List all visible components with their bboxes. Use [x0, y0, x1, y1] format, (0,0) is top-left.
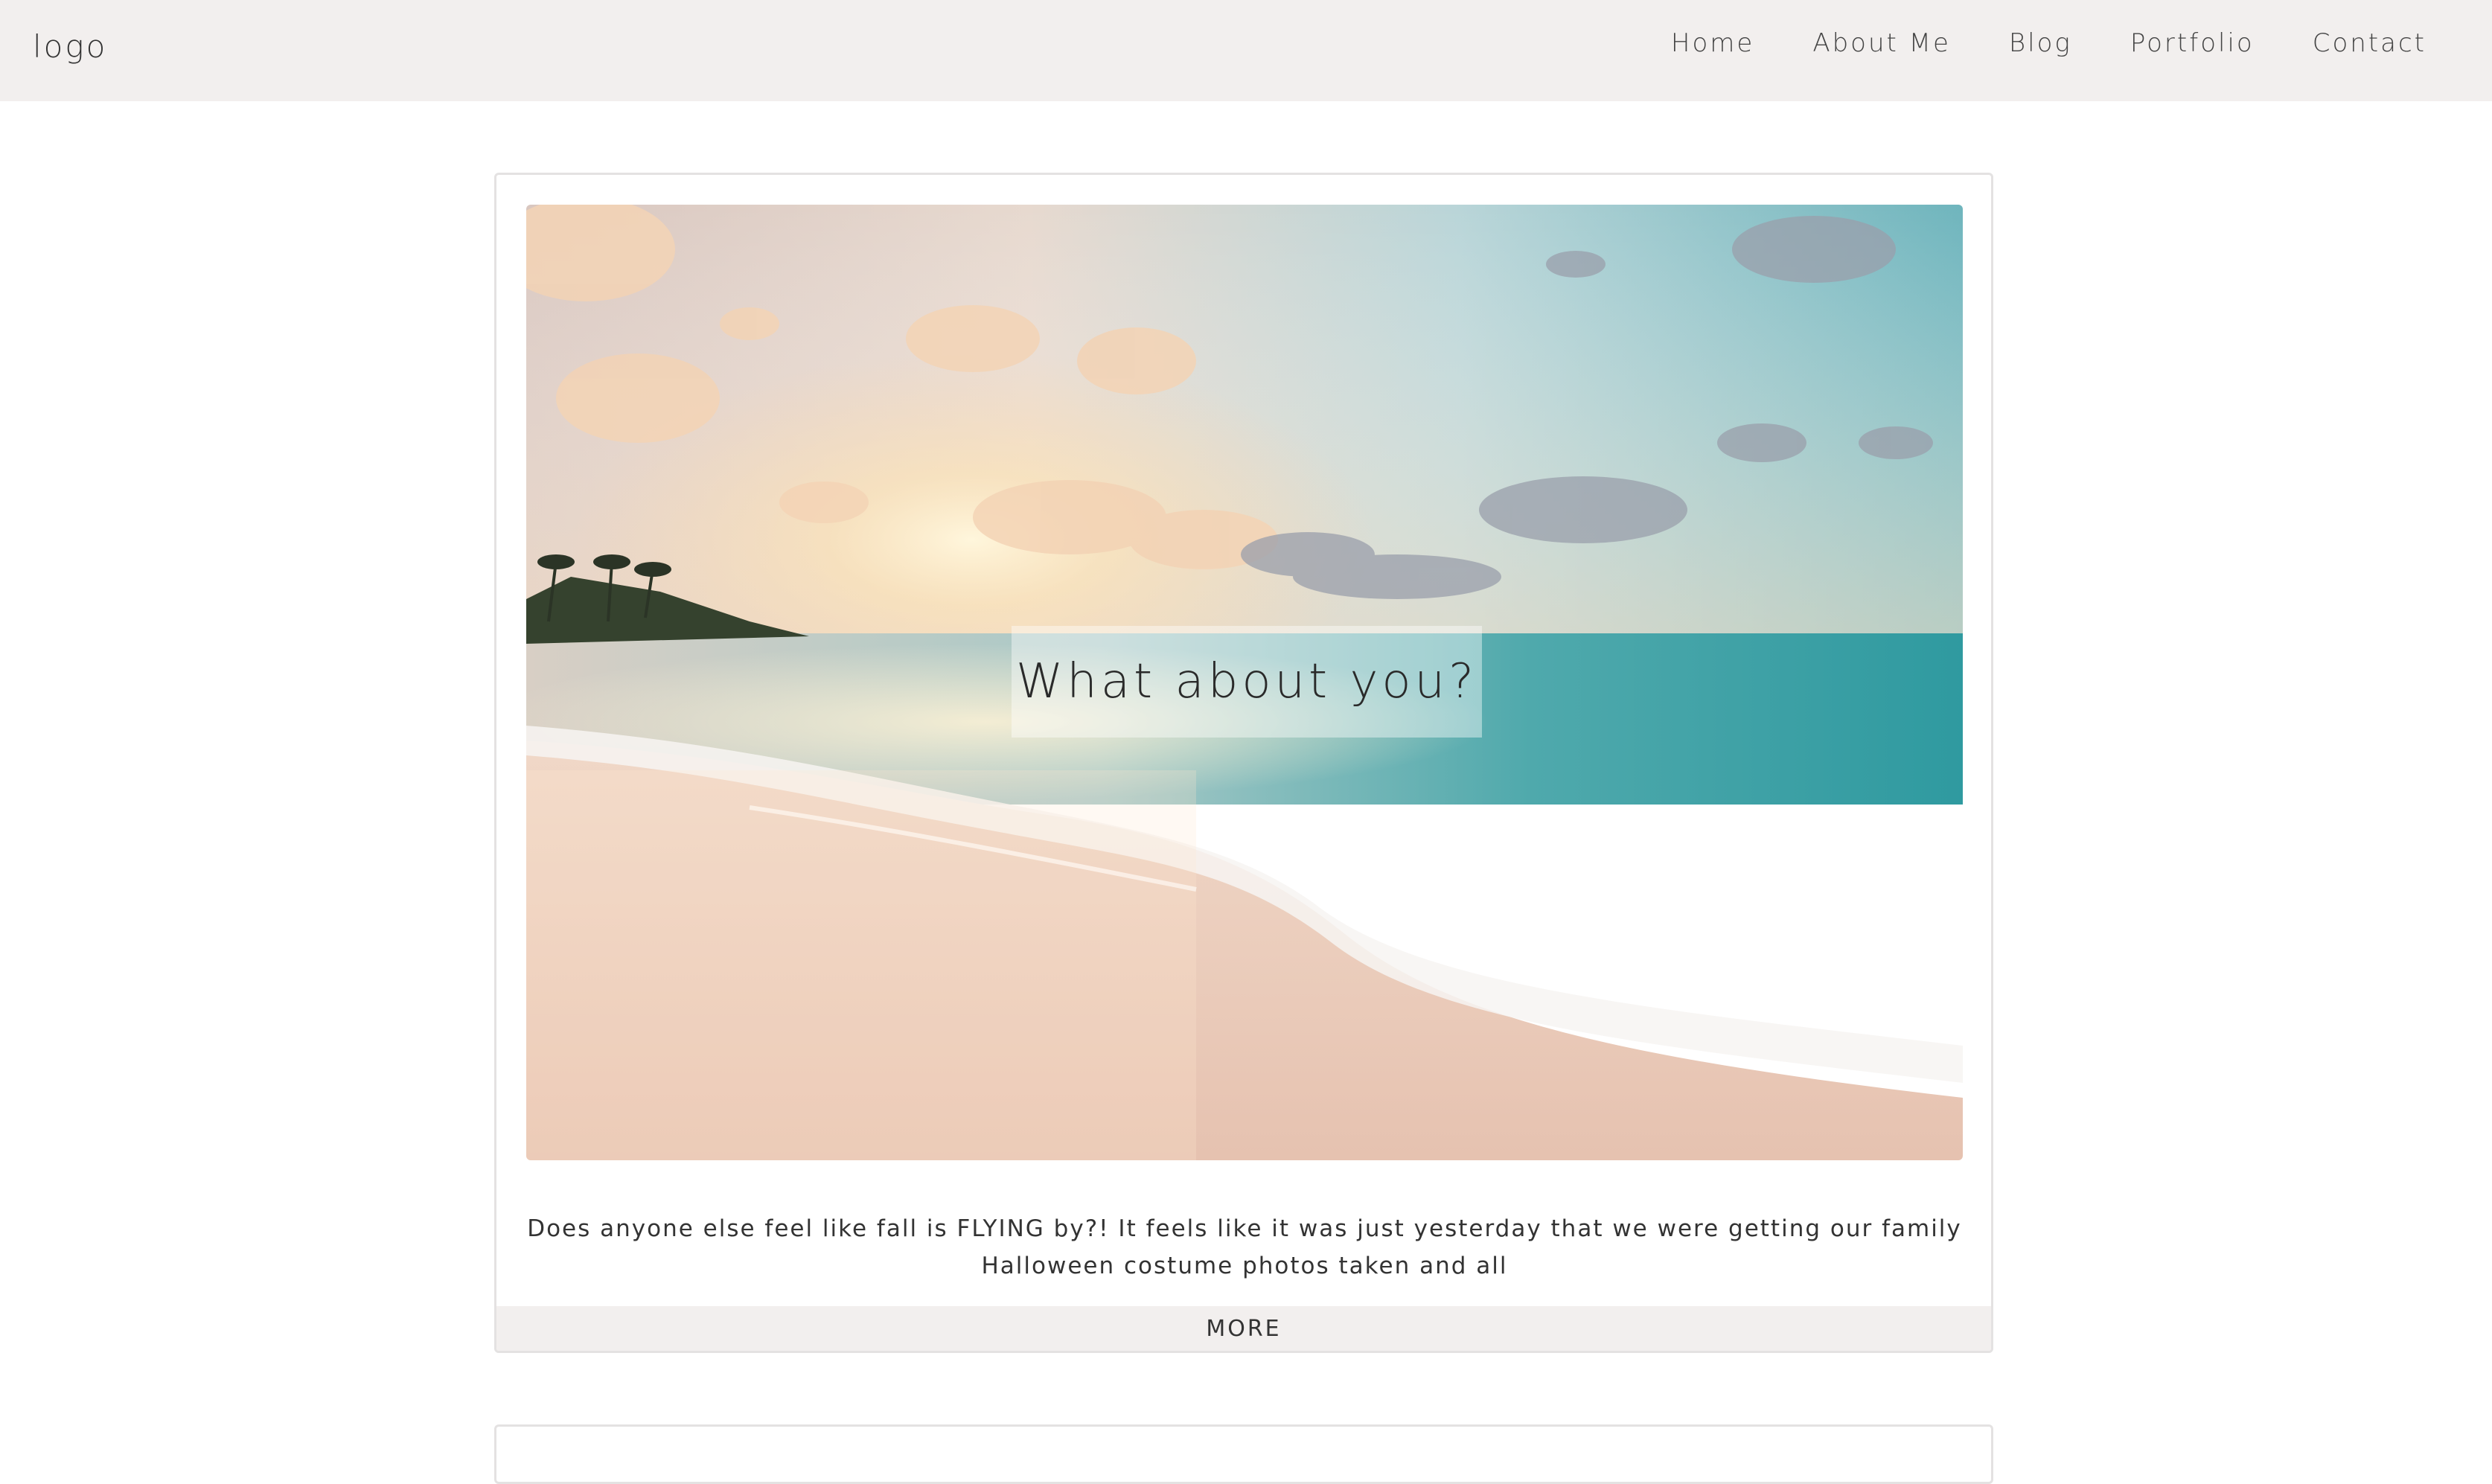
post-title[interactable]: What about you? — [1016, 654, 1477, 709]
main-nav: Home About Me Blog Portfolio Contact — [1671, 28, 2426, 58]
read-more-label: MORE — [1206, 1315, 1282, 1342]
site-logo[interactable]: logo — [33, 28, 107, 65]
hero-title-overlay: What about you? — [1012, 626, 1482, 738]
blog-post-card: What about you? Does anyone else feel li… — [494, 173, 1993, 1353]
nav-item-home[interactable]: Home — [1671, 28, 1754, 58]
post-hero-image[interactable]: What about you? — [526, 205, 1963, 1160]
nav-item-contact[interactable]: Contact — [2313, 28, 2426, 58]
post-excerpt: Does anyone else feel like fall is FLYIN… — [527, 1215, 1962, 1279]
next-post-card — [494, 1424, 1993, 1484]
top-navigation-bar: logo Home About Me Blog Portfolio Contac… — [0, 0, 2492, 101]
nav-item-portfolio[interactable]: Portfolio — [2130, 28, 2255, 58]
nav-item-blog[interactable]: Blog — [2009, 28, 2072, 58]
read-more-button[interactable]: MORE — [496, 1306, 1991, 1351]
nav-item-about-me[interactable]: About Me — [1812, 28, 1951, 58]
